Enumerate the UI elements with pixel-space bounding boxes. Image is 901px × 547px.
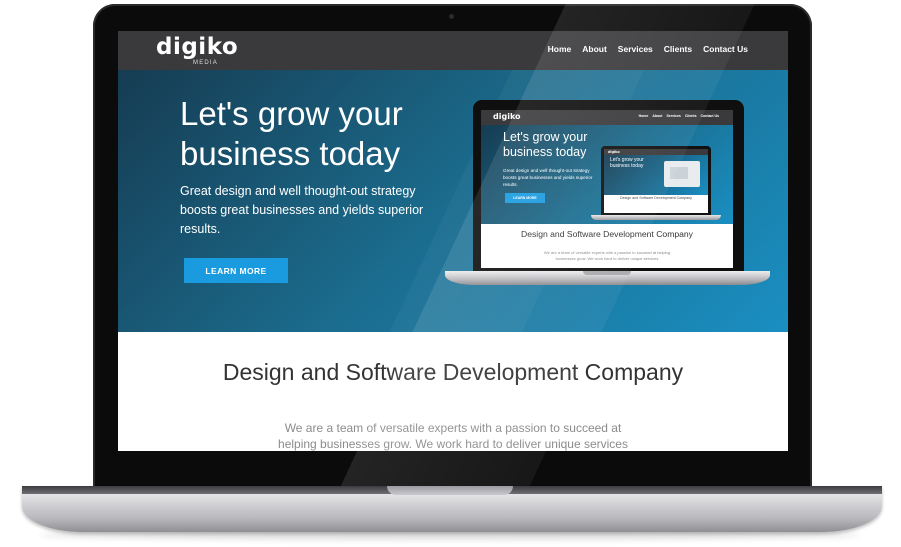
- mockup-nav-about: About: [652, 114, 663, 118]
- hero-section: Let's grow your business today Great des…: [118, 70, 788, 332]
- mini-logo: digiko: [608, 149, 620, 154]
- nav-link-about[interactable]: About: [582, 44, 607, 54]
- mockup-navbar: digiko Home About Services Clients Conta…: [481, 110, 733, 125]
- mockup-nav-clients: Clients: [684, 114, 697, 118]
- nav-link-clients[interactable]: Clients: [664, 44, 692, 54]
- mini-hero-title: Let's grow your business today: [610, 157, 644, 169]
- mockup-section-text: We are a team of versatile experts with …: [543, 250, 671, 261]
- mockup-hero-title: Let's grow your business today: [503, 130, 588, 159]
- mockup-laptop-screen: digiko Home About Services Clients Conta…: [481, 110, 733, 268]
- laptop-screen: digiko MEDIA Home About Services Clients…: [118, 31, 788, 451]
- mockup-nav-home: Home: [638, 114, 649, 118]
- mini-hero-image: [664, 161, 700, 187]
- logo-subtitle: MEDIA: [193, 60, 219, 66]
- mini-laptop-screen: digiko Let's grow your business today De…: [604, 149, 708, 213]
- mini-laptop-base: [591, 215, 721, 220]
- mockup-hero: Let's grow your business today Great des…: [481, 125, 733, 224]
- logo-wordmark: digiko: [156, 34, 239, 60]
- laptop-notch: [387, 486, 513, 495]
- mockup-hero-text: Great design and well thought-out strate…: [503, 168, 593, 187]
- mini-section-title: Design and Software Development Company: [620, 196, 692, 200]
- mockup-nav-services: Services: [666, 114, 681, 118]
- section-title: Design and Software Development Company: [222, 359, 684, 385]
- mockup-menu: Home About Services Clients Contact Us: [639, 114, 719, 118]
- mockup-section-title: Design and Software Development Company: [521, 229, 693, 239]
- hero-text: Great design and well thought-out strate…: [180, 184, 424, 236]
- section-text: We are a team of versatile experts with …: [278, 421, 628, 451]
- site-logo[interactable]: digiko MEDIA: [156, 34, 239, 66]
- mockup-learn-more-button: LEARN MORE: [505, 193, 545, 203]
- site-navbar: digiko MEDIA Home About Services Clients…: [118, 31, 788, 70]
- nav-link-home[interactable]: Home: [548, 44, 572, 54]
- camera-icon: [449, 14, 454, 19]
- site-menu: Home About Services Clients Contact Us: [548, 44, 748, 54]
- hero-title: Let's grow your business today: [180, 95, 403, 172]
- mini-hero: Let's grow your business today: [604, 155, 708, 195]
- nav-link-services[interactable]: Services: [618, 44, 653, 54]
- mockup-nav-contact: Contact Us: [700, 114, 719, 118]
- mockup-laptop-notch: [583, 271, 631, 275]
- mockup-logo: digiko: [493, 112, 521, 121]
- nav-link-contact[interactable]: Contact Us: [703, 44, 748, 54]
- learn-more-button[interactable]: LEARN MORE: [184, 258, 288, 283]
